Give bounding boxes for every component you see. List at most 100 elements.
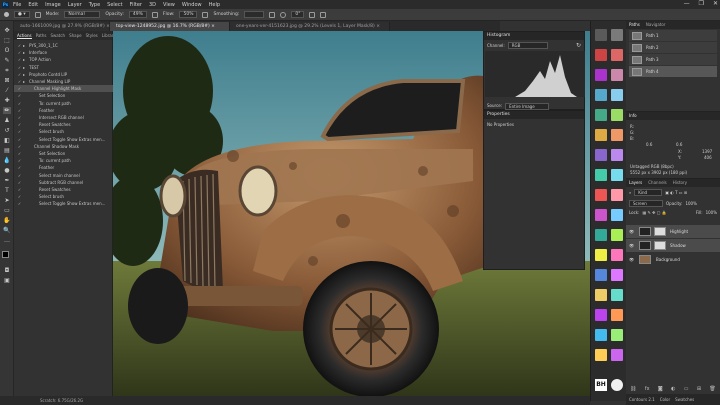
move-tool-icon[interactable]: ✥ — [3, 27, 11, 34]
eraser-tool-icon[interactable]: ◧ — [3, 137, 11, 144]
tab-layers[interactable]: Layers — [629, 179, 642, 187]
menu-filter[interactable]: Filter — [130, 2, 142, 8]
mode-select[interactable]: Normal — [64, 11, 101, 18]
action-toggle-checkbox[interactable]: ✓ — [17, 172, 22, 179]
action-toggle-checkbox[interactable]: ✓ — [17, 64, 22, 71]
minimize-button[interactable]: — — [684, 0, 690, 7]
action-step[interactable]: ✓ Select brush — [14, 128, 113, 135]
action-toggle-checkbox[interactable]: ✓ — [17, 193, 22, 200]
folder-icon[interactable]: ▸ — [23, 42, 25, 49]
action-toggle-checkbox[interactable]: ✓ — [17, 157, 22, 164]
type-tool-icon[interactable]: T — [3, 187, 11, 194]
eye-icon[interactable]: 👁 — [629, 239, 634, 252]
stamp-tool-icon[interactable]: ♟ — [3, 117, 11, 124]
filter-search-icon[interactable]: ⌕ — [629, 190, 631, 195]
panel-shortcut-icon[interactable] — [595, 249, 607, 261]
healing-tool-icon[interactable]: ✚ — [3, 97, 11, 104]
folder-icon[interactable]: ▸ — [23, 56, 25, 63]
layer-row[interactable]: 👁 Background — [626, 253, 720, 266]
panel-shortcut-icon[interactable] — [611, 129, 623, 141]
tab-styles[interactable]: Styles — [86, 33, 98, 38]
folder-icon[interactable]: ▸ — [23, 78, 25, 85]
lasso-tool-icon[interactable]: ʘ — [3, 47, 11, 54]
path-item[interactable]: Path 1 — [629, 30, 717, 41]
panel-shortcut-icon[interactable] — [595, 269, 607, 281]
symmetry-icon[interactable] — [320, 11, 327, 18]
tab-paths[interactable]: Paths — [36, 33, 47, 38]
opacity-value[interactable]: 100% — [685, 201, 696, 206]
new-layer-icon[interactable]: ⊞ — [697, 386, 701, 392]
airbrush-icon[interactable] — [202, 11, 209, 18]
quick-select-tool-icon[interactable]: ✎ — [3, 57, 11, 64]
folder-icon[interactable]: ▸ — [23, 49, 25, 56]
action-step[interactable]: ✓ To: current path — [14, 157, 113, 164]
panel-shortcut-icon[interactable] — [595, 349, 607, 361]
panel-shortcut-icon[interactable] — [611, 169, 623, 181]
maximize-button[interactable]: ❐ — [699, 0, 704, 7]
lock-icons[interactable]: ▦ ✎ ✥ ▢ 🔒 — [642, 210, 666, 215]
menu-type[interactable]: Type — [89, 2, 100, 8]
action-step[interactable]: ✓ To: current path — [14, 100, 113, 107]
action-toggle-checkbox[interactable]: ✓ — [17, 100, 22, 107]
frame-tool-icon[interactable]: ⊠ — [3, 77, 11, 84]
panel-shortcut-icon[interactable] — [595, 169, 607, 181]
action-toggle-checkbox[interactable]: ✓ — [17, 85, 22, 92]
menu-edit[interactable]: Edit — [28, 2, 38, 8]
history-brush-tool-icon[interactable]: ↺ — [3, 127, 11, 134]
smoothing-settings-icon[interactable] — [269, 11, 276, 18]
zoom-tool-icon[interactable]: 🔍 — [3, 227, 11, 234]
panel-shortcut-icon[interactable] — [611, 249, 623, 261]
panel-shortcut-icon[interactable] — [611, 49, 623, 61]
path-select-tool-icon[interactable]: ➤ — [3, 197, 11, 204]
panel-shortcut-icon[interactable] — [611, 229, 623, 241]
delete-layer-icon[interactable]: 🗑 — [709, 386, 715, 392]
filter-kind-select[interactable]: Kind — [634, 189, 663, 196]
angle-icon[interactable] — [280, 11, 287, 18]
panel-shortcut-icon[interactable] — [595, 289, 607, 301]
panel-shortcut-icon[interactable] — [595, 149, 607, 161]
tab-channels[interactable]: Channels — [648, 179, 667, 187]
panel-shortcut-icon[interactable] — [611, 69, 623, 81]
bh-badge[interactable]: BH — [595, 379, 607, 391]
panel-shortcut-icon[interactable] — [595, 309, 607, 321]
brush-settings-icon[interactable] — [34, 11, 41, 18]
tab-document-2[interactable]: top-view-1248952.jpg @ 16.7% (RGB/8#) × — [110, 22, 230, 31]
pressure-size-icon[interactable] — [309, 11, 316, 18]
action-toggle-checkbox[interactable]: ✓ — [17, 114, 22, 121]
layer-row[interactable]: 👁 Highlight — [626, 225, 720, 238]
action-toggle-checkbox[interactable]: ✓ — [17, 78, 22, 85]
panel-shortcut-icon[interactable] — [611, 29, 623, 41]
tab-color[interactable]: Color — [660, 394, 670, 405]
panel-shortcut-icon[interactable] — [595, 129, 607, 141]
action-set[interactable]: ✓ TEST ▸ — [14, 64, 113, 71]
foreground-color-swatch[interactable] — [2, 251, 9, 258]
tab-document-1[interactable]: auto-1661009.jpg @ 27.9% (RGB/8#) × — [14, 22, 110, 31]
tab-navigator[interactable]: Navigator — [646, 21, 666, 29]
action-toggle-checkbox[interactable]: ✓ — [17, 186, 22, 193]
action-step[interactable]: ✓ Set Selection — [14, 150, 113, 157]
new-group-icon[interactable]: ▭ — [684, 386, 689, 392]
menu-file[interactable]: File — [13, 2, 21, 8]
menu-layer[interactable]: Layer — [68, 2, 82, 8]
gradient-tool-icon[interactable]: ▤ — [3, 147, 11, 154]
action-toggle-checkbox[interactable]: ✓ — [17, 92, 22, 99]
circle-swatch[interactable] — [611, 379, 623, 391]
panel-shortcut-icon[interactable] — [595, 229, 607, 241]
path-item[interactable]: Path 2 — [629, 42, 717, 53]
brush-tool-icon[interactable]: ✏ — [3, 107, 11, 114]
folder-icon[interactable]: ▸ — [23, 64, 25, 71]
quick-mask-icon[interactable]: ◘ — [3, 267, 11, 274]
panel-shortcut-icon[interactable] — [611, 349, 623, 361]
panel-shortcut-icon[interactable] — [595, 109, 607, 121]
action-toggle-checkbox[interactable]: ✓ — [17, 136, 22, 143]
brush-size-picker[interactable]: ● ▾ — [14, 11, 30, 18]
action-toggle-checkbox[interactable]: ✓ — [17, 49, 22, 56]
menu-image[interactable]: Image — [45, 2, 61, 8]
panel-shortcut-icon[interactable] — [611, 109, 623, 121]
action-toggle-checkbox[interactable]: ✓ — [17, 107, 22, 114]
tab-info[interactable]: Info — [629, 112, 637, 120]
tab-paths-right[interactable]: Paths — [629, 21, 640, 29]
hand-tool-icon[interactable]: ✋ — [3, 217, 11, 224]
tab-shape[interactable]: Shape — [69, 33, 82, 38]
action-toggle-checkbox[interactable]: ✓ — [17, 56, 22, 63]
